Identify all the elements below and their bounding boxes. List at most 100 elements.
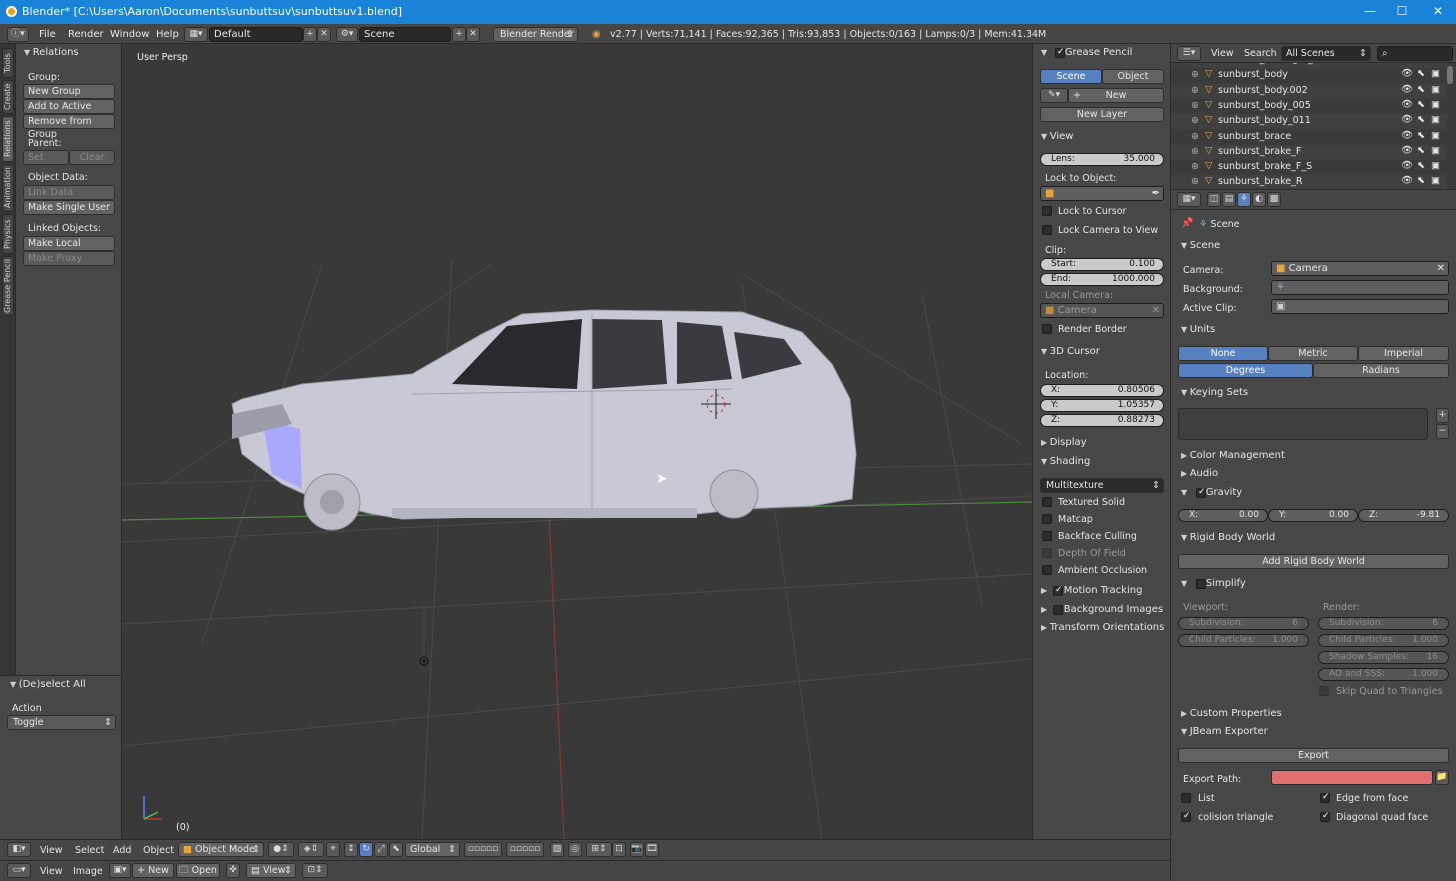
- colision-triangle-checkbox[interactable]: [1181, 811, 1191, 822]
- keying-set-remove-icon[interactable]: −: [1436, 424, 1449, 439]
- simplify-header[interactable]: ▼ Simplify: [1181, 578, 1246, 589]
- viewport-shading-icon[interactable]: ●⇕: [268, 842, 294, 857]
- scene-context-icon[interactable]: ⚘: [1237, 192, 1251, 207]
- lock-to-cursor-checkbox[interactable]: [1042, 206, 1052, 216]
- outliner-row[interactable]: ⊕ ▽ sunburst_body 👁 ⬉ ▣: [1171, 68, 1447, 84]
- properties-editor-type-icon[interactable]: ▦▾: [1177, 192, 1201, 207]
- expand-plus-icon[interactable]: ⊕: [1191, 146, 1199, 157]
- scene-add-icon[interactable]: +: [452, 27, 466, 42]
- ao-sss-field[interactable]: AO and SSS: 1.000: [1318, 668, 1449, 681]
- degrees-button[interactable]: Degrees: [1178, 363, 1313, 378]
- relations-panel-header[interactable]: ▼ Relations: [24, 47, 79, 58]
- eye-icon[interactable]: 👁: [1401, 63, 1413, 64]
- mode-select[interactable]: ■ Object Mode ⇕: [178, 842, 264, 857]
- gp-object-button[interactable]: Object: [1102, 69, 1164, 84]
- outliner-row[interactable]: ⊕ ▽ sunburst_brace 👁 ⬉ ▣: [1171, 129, 1447, 145]
- pin-image-icon[interactable]: ✜: [226, 863, 240, 878]
- render-camera-icon[interactable]: ▣: [1431, 84, 1440, 95]
- outliner-row[interactable]: ⊕ ▽ sunburst_body_005 👁 ⬉ ▣: [1171, 98, 1447, 114]
- motion-tracking-header[interactable]: ▶ Motion Tracking: [1041, 585, 1142, 596]
- grease-pencil-header[interactable]: ▼ Grease Pencil: [1041, 47, 1132, 58]
- add-menu[interactable]: Add: [113, 845, 131, 856]
- eye-icon[interactable]: 👁: [1401, 145, 1413, 156]
- gravity-x-field[interactable]: X: 0.00: [1178, 509, 1268, 522]
- cursor-y-field[interactable]: Y: 1.05357: [1040, 399, 1164, 412]
- clear-x-icon[interactable]: ✕: [1437, 262, 1445, 275]
- diagonal-quad-face-checkbox[interactable]: [1320, 811, 1330, 822]
- outliner-search-menu[interactable]: Search: [1244, 48, 1277, 59]
- expand-plus-icon[interactable]: ⊕: [1191, 69, 1199, 80]
- clip-start-field[interactable]: Start: 0.100: [1040, 258, 1164, 271]
- unit-metric-button[interactable]: Metric: [1268, 346, 1358, 361]
- 3d-viewport[interactable]: User Persp (0) ➤: [122, 44, 1032, 839]
- image-browse-icon[interactable]: ▣▾: [109, 863, 131, 878]
- eye-icon[interactable]: 👁: [1401, 68, 1413, 79]
- proportional-edit-icon[interactable]: ◎: [568, 842, 582, 857]
- color-management-header[interactable]: ▶ Color Management: [1181, 450, 1285, 461]
- cursor-select-icon[interactable]: ⬉: [1417, 99, 1425, 110]
- list-checkbox[interactable]: [1181, 793, 1191, 803]
- layout-browse-icon[interactable]: ▦▾: [184, 27, 208, 42]
- eye-icon[interactable]: 👁: [1401, 130, 1413, 141]
- outliner-editor-type-icon[interactable]: ☰▾: [1177, 46, 1201, 61]
- cursor-select-icon[interactable]: ⬉: [1417, 114, 1425, 125]
- radians-button[interactable]: Radians: [1313, 363, 1449, 378]
- cursor-select-icon[interactable]: ⬉: [1417, 175, 1425, 186]
- cursor-select-icon[interactable]: ⬉: [1417, 130, 1425, 141]
- jbeam-exporter-header[interactable]: ▼ JBeam Exporter: [1181, 726, 1268, 737]
- action-select[interactable]: Toggle ⇕: [7, 715, 116, 730]
- cursor-z-field[interactable]: Z: 0.88273: [1040, 414, 1164, 427]
- minimize-button[interactable]: —: [1352, 0, 1388, 24]
- shading-panel-header[interactable]: ▼ Shading: [1041, 456, 1090, 467]
- cursor-select-icon[interactable]: ⬉: [1417, 68, 1425, 79]
- grease-pencil-checkbox[interactable]: [1055, 47, 1065, 58]
- outliner-row[interactable]: ⊕ ▽ sunburst_backlight_int 👁 ⬉ ▣: [1171, 63, 1447, 68]
- r-child-particles-field[interactable]: Child Particles: 1.000: [1318, 634, 1449, 647]
- gravity-header[interactable]: ▼ Gravity: [1181, 487, 1242, 498]
- image-open-button[interactable]: 🗀 Open: [176, 863, 220, 878]
- outliner-row[interactable]: ⊕ ▽ sunburst_brake_R 👁 ⬉ ▣: [1171, 175, 1447, 189]
- view-menu[interactable]: View: [40, 845, 63, 856]
- render-camera-icon[interactable]: ▣: [1431, 99, 1440, 110]
- unit-imperial-button[interactable]: Imperial: [1358, 346, 1449, 361]
- view-panel-header[interactable]: ▼ View: [1041, 131, 1073, 142]
- vp-subdivision-field[interactable]: Subdivision: 6: [1178, 617, 1309, 630]
- outliner-row[interactable]: ⊕ ▽ sunburst_brake_F 👁 ⬉ ▣: [1171, 144, 1447, 160]
- rotate-manipulator-icon[interactable]: ↻: [359, 842, 373, 857]
- scale-manipulator-icon[interactable]: ⤢: [374, 842, 388, 857]
- image-menu[interactable]: Image: [73, 866, 103, 877]
- menu-window[interactable]: Window: [110, 29, 149, 40]
- outliner-row[interactable]: ⊕ ▽ sunburst_body.002 👁 ⬉ ▣: [1171, 83, 1447, 99]
- keying-sets-list[interactable]: [1178, 408, 1428, 440]
- display-panel-header[interactable]: ▶ Display: [1041, 437, 1087, 448]
- eye-icon[interactable]: 👁: [1401, 84, 1413, 95]
- orientation-select[interactable]: Global ⇕: [405, 842, 460, 857]
- outliner-scrollbar[interactable]: [1447, 66, 1453, 84]
- audio-header[interactable]: ▶ Audio: [1181, 468, 1218, 479]
- expand-plus-icon[interactable]: ⊕: [1191, 85, 1199, 96]
- folder-browse-icon[interactable]: 📁: [1435, 770, 1449, 785]
- edge-from-face-checkbox[interactable]: [1320, 792, 1330, 803]
- remove-from-group-button[interactable]: Remove from Group: [23, 114, 115, 140]
- background-images-checkbox[interactable]: [1053, 605, 1063, 615]
- active-clip-field[interactable]: ▣: [1271, 299, 1449, 314]
- opengl-render-icon[interactable]: 📷: [630, 842, 644, 857]
- pivot-point-icon[interactable]: ◈⇕: [298, 842, 324, 857]
- new-group-button[interactable]: New Group: [23, 84, 115, 99]
- textured-solid-checkbox[interactable]: [1042, 497, 1052, 507]
- lamp-object[interactable]: [419, 604, 429, 666]
- keying-set-add-icon[interactable]: +: [1436, 408, 1449, 423]
- export-path-input[interactable]: [1271, 770, 1433, 785]
- tab-grease-pencil[interactable]: Grease Pencil: [2, 256, 14, 316]
- render-context-icon[interactable]: ◫: [1207, 192, 1221, 207]
- render-layers-context-icon[interactable]: ▤: [1222, 192, 1236, 207]
- link-data-button[interactable]: Link Data: [23, 185, 115, 200]
- 3d-view-editor-type-icon[interactable]: ◧▾: [7, 842, 31, 857]
- scene-remove-icon[interactable]: ✕: [466, 27, 480, 42]
- local-camera-field[interactable]: ■ Camera ✕: [1040, 303, 1164, 318]
- layout-add-icon[interactable]: +: [303, 27, 317, 42]
- rigid-body-world-header[interactable]: ▼ Rigid Body World: [1181, 532, 1275, 543]
- lock-layers-icon[interactable]: ▧: [550, 842, 564, 857]
- render-camera-icon[interactable]: ▣: [1431, 114, 1440, 125]
- matcap-checkbox[interactable]: [1042, 514, 1052, 524]
